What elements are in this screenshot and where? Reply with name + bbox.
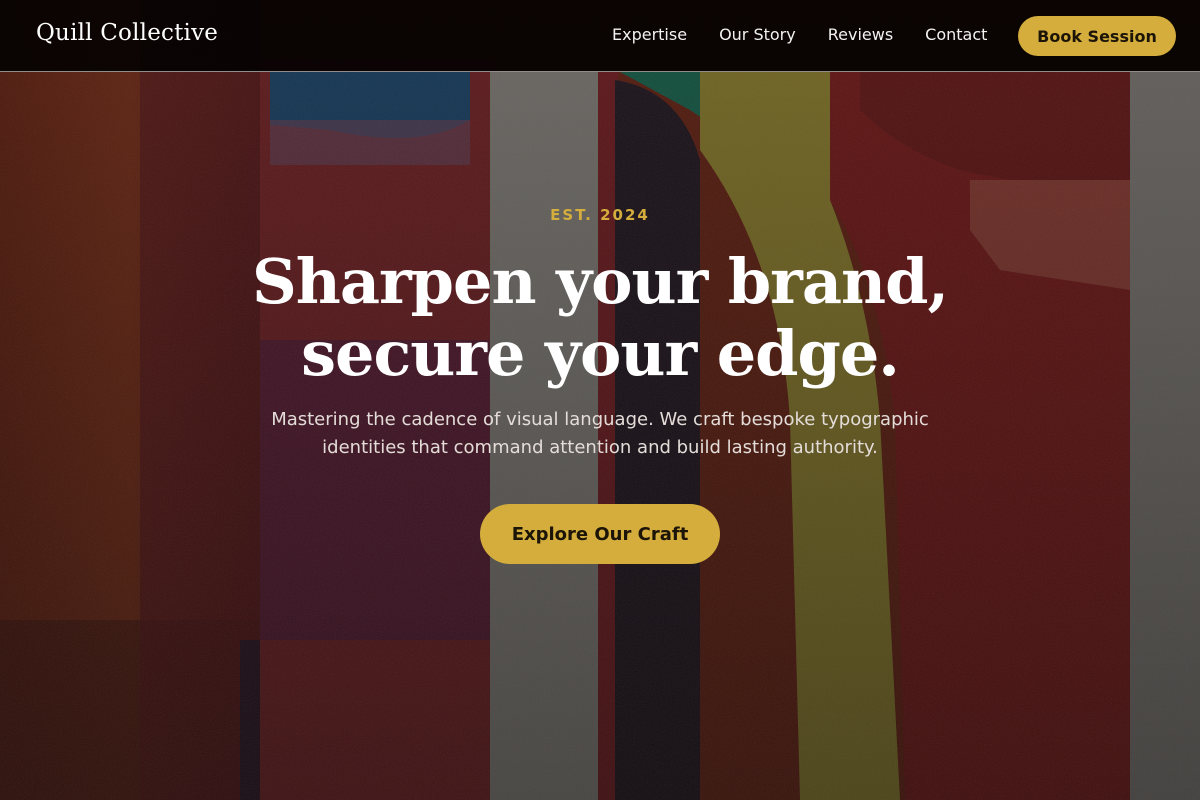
top-navbar: Quill Collective Expertise Our Story Rev…: [0, 0, 1200, 72]
nav-link-expertise[interactable]: Expertise: [612, 24, 687, 46]
established-label: EST. 2024: [550, 206, 650, 224]
hero-headline: Sharpen your brand, secure your edge.: [100, 246, 1100, 390]
hero-content: EST. 2024 Sharpen your brand, secure you…: [0, 200, 1200, 564]
hero-subtext: Mastering the cadence of visual language…: [271, 409, 929, 458]
explore-craft-button[interactable]: Explore Our Craft: [480, 504, 720, 564]
nav-link-contact[interactable]: Contact: [925, 24, 987, 46]
main-nav: Expertise Our Story Reviews Contact: [612, 24, 987, 46]
headline-line-2: secure your edge.: [301, 317, 900, 390]
book-session-button[interactable]: Book Session: [1018, 16, 1176, 56]
nav-link-reviews[interactable]: Reviews: [828, 24, 893, 46]
brand-logo[interactable]: Quill Collective: [36, 20, 218, 46]
hero-section: EST. 2024 Sharpen your brand, secure you…: [0, 0, 1200, 800]
nav-link-our-story[interactable]: Our Story: [719, 24, 796, 46]
headline-line-1: Sharpen your brand,: [251, 245, 949, 318]
